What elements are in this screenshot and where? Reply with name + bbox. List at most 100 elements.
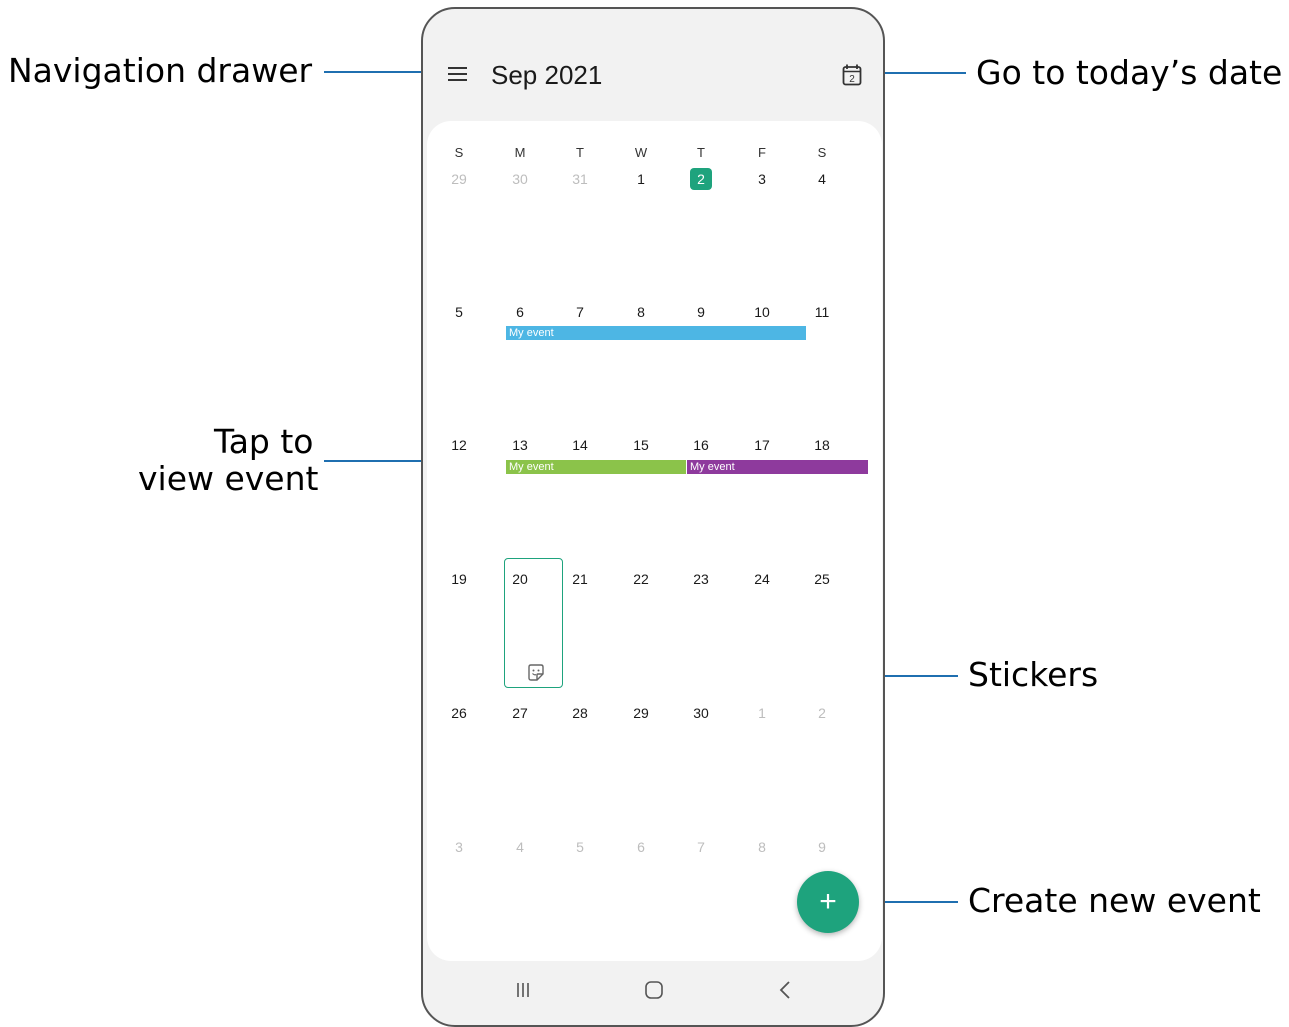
create-event-button[interactable]: + — [797, 871, 859, 933]
day-cell[interactable]: 8 — [742, 839, 782, 855]
day-number: 23 — [693, 571, 709, 587]
day-cell[interactable]: 17 — [742, 437, 782, 453]
today-calendar-icon[interactable]: 2 — [842, 64, 862, 86]
day-number: 1 — [637, 171, 645, 187]
home-icon[interactable] — [634, 978, 674, 1002]
day-cell[interactable]: 23 — [681, 571, 721, 587]
day-number: 25 — [814, 571, 830, 587]
day-cell[interactable]: 11 — [802, 304, 842, 320]
day-number: 13 — [512, 437, 528, 453]
day-number: 7 — [576, 304, 584, 320]
day-number: 8 — [637, 304, 645, 320]
day-cell[interactable]: 10 — [742, 304, 782, 320]
day-cell[interactable]: 22 — [621, 571, 661, 587]
day-cell[interactable]: 2 — [802, 705, 842, 721]
weekday-header: S — [817, 145, 827, 160]
day-number: 30 — [693, 705, 709, 721]
day-number: 6 — [516, 304, 524, 320]
day-cell-today[interactable]: 2 — [681, 168, 721, 190]
day-cell[interactable]: 1 — [621, 171, 661, 187]
event-bar[interactable]: My event — [506, 460, 686, 474]
month-grid: S M T W T F S 29 30 31 1 2 3 4 5 6 7 8 9 10 11 12 13 14 15 16 17 18… — [427, 121, 882, 961]
day-number: 1 — [758, 705, 766, 721]
day-cell[interactable]: 29 — [621, 705, 661, 721]
day-number: 2 — [818, 705, 826, 721]
day-cell[interactable]: 30 — [681, 705, 721, 721]
month-title[interactable]: Sep 2021 — [491, 60, 602, 91]
day-cell[interactable]: 14 — [560, 437, 600, 453]
day-cell[interactable]: 4 — [500, 839, 540, 855]
day-number: 31 — [572, 171, 588, 187]
sticker-icon[interactable] — [526, 663, 546, 683]
day-number: 11 — [814, 304, 830, 320]
callout-go-to-today: Go to today’s date — [976, 53, 1283, 92]
day-cell[interactable]: 21 — [560, 571, 600, 587]
day-number: 16 — [693, 437, 709, 453]
day-number: 10 — [754, 304, 770, 320]
weekday-header: T — [697, 145, 705, 160]
day-cell[interactable]: 6 — [621, 839, 661, 855]
day-cell[interactable]: 3 — [742, 171, 782, 187]
event-bar[interactable]: My event — [506, 326, 806, 340]
day-number: 30 — [512, 171, 528, 187]
day-number: 4 — [818, 171, 826, 187]
day-cell[interactable]: 30 — [500, 171, 540, 187]
callout-stickers: Stickers — [968, 655, 1099, 694]
today-icon-date: 2 — [849, 74, 855, 85]
day-cell[interactable]: 29 — [439, 171, 479, 187]
day-number: 19 — [451, 571, 467, 587]
day-cell[interactable]: 19 — [439, 571, 479, 587]
day-number: 6 — [637, 839, 645, 855]
day-cell[interactable]: 25 — [802, 571, 842, 587]
day-cell[interactable]: 3 — [439, 839, 479, 855]
day-number: 9 — [818, 839, 826, 855]
weekday-header: S — [454, 145, 464, 160]
day-number: 26 — [451, 705, 467, 721]
day-number: 22 — [633, 571, 649, 587]
hamburger-menu-icon[interactable] — [448, 65, 468, 83]
day-number: 21 — [572, 571, 588, 587]
back-icon[interactable] — [765, 978, 805, 1002]
day-cell[interactable]: 13 — [500, 437, 540, 453]
day-cell[interactable]: 9 — [802, 839, 842, 855]
recent-apps-icon[interactable] — [503, 978, 543, 1002]
day-cell[interactable]: 7 — [681, 839, 721, 855]
callout-create-new-event: Create new event — [968, 881, 1261, 920]
day-number: 24 — [754, 571, 770, 587]
day-cell[interactable]: 31 — [560, 171, 600, 187]
day-number: 29 — [633, 705, 649, 721]
day-cell[interactable]: 12 — [439, 437, 479, 453]
day-number: 29 — [451, 171, 467, 187]
day-number: 3 — [758, 171, 766, 187]
day-cell[interactable]: 16 — [681, 437, 721, 453]
day-number: 9 — [697, 304, 705, 320]
day-cell[interactable]: 24 — [742, 571, 782, 587]
day-number: 3 — [455, 839, 463, 855]
day-cell[interactable]: 6 — [500, 304, 540, 320]
day-number: 12 — [451, 437, 467, 453]
weekday-header: W — [634, 145, 648, 160]
day-cell[interactable]: 18 — [802, 437, 842, 453]
day-cell[interactable]: 7 — [560, 304, 600, 320]
day-number: 27 — [512, 705, 528, 721]
weekday-header: F — [758, 145, 766, 160]
day-cell[interactable]: 28 — [560, 705, 600, 721]
day-cell[interactable]: 27 — [500, 705, 540, 721]
day-cell[interactable]: 8 — [621, 304, 661, 320]
day-cell[interactable]: 5 — [560, 839, 600, 855]
weekday-header: T — [576, 145, 584, 160]
app-header: Sep 2021 2 — [423, 9, 883, 119]
day-cell[interactable]: 1 — [742, 705, 782, 721]
day-cell[interactable]: 9 — [681, 304, 721, 320]
day-cell[interactable]: 15 — [621, 437, 661, 453]
day-cell[interactable]: 5 — [439, 304, 479, 320]
day-number: 4 — [516, 839, 524, 855]
day-number: 14 — [572, 437, 588, 453]
day-cell[interactable]: 26 — [439, 705, 479, 721]
day-cell[interactable]: 4 — [802, 171, 842, 187]
day-number: 8 — [758, 839, 766, 855]
day-number: 18 — [814, 437, 830, 453]
day-number: 15 — [633, 437, 649, 453]
event-bar[interactable]: My event — [687, 460, 868, 474]
system-nav-bar — [423, 964, 883, 1014]
